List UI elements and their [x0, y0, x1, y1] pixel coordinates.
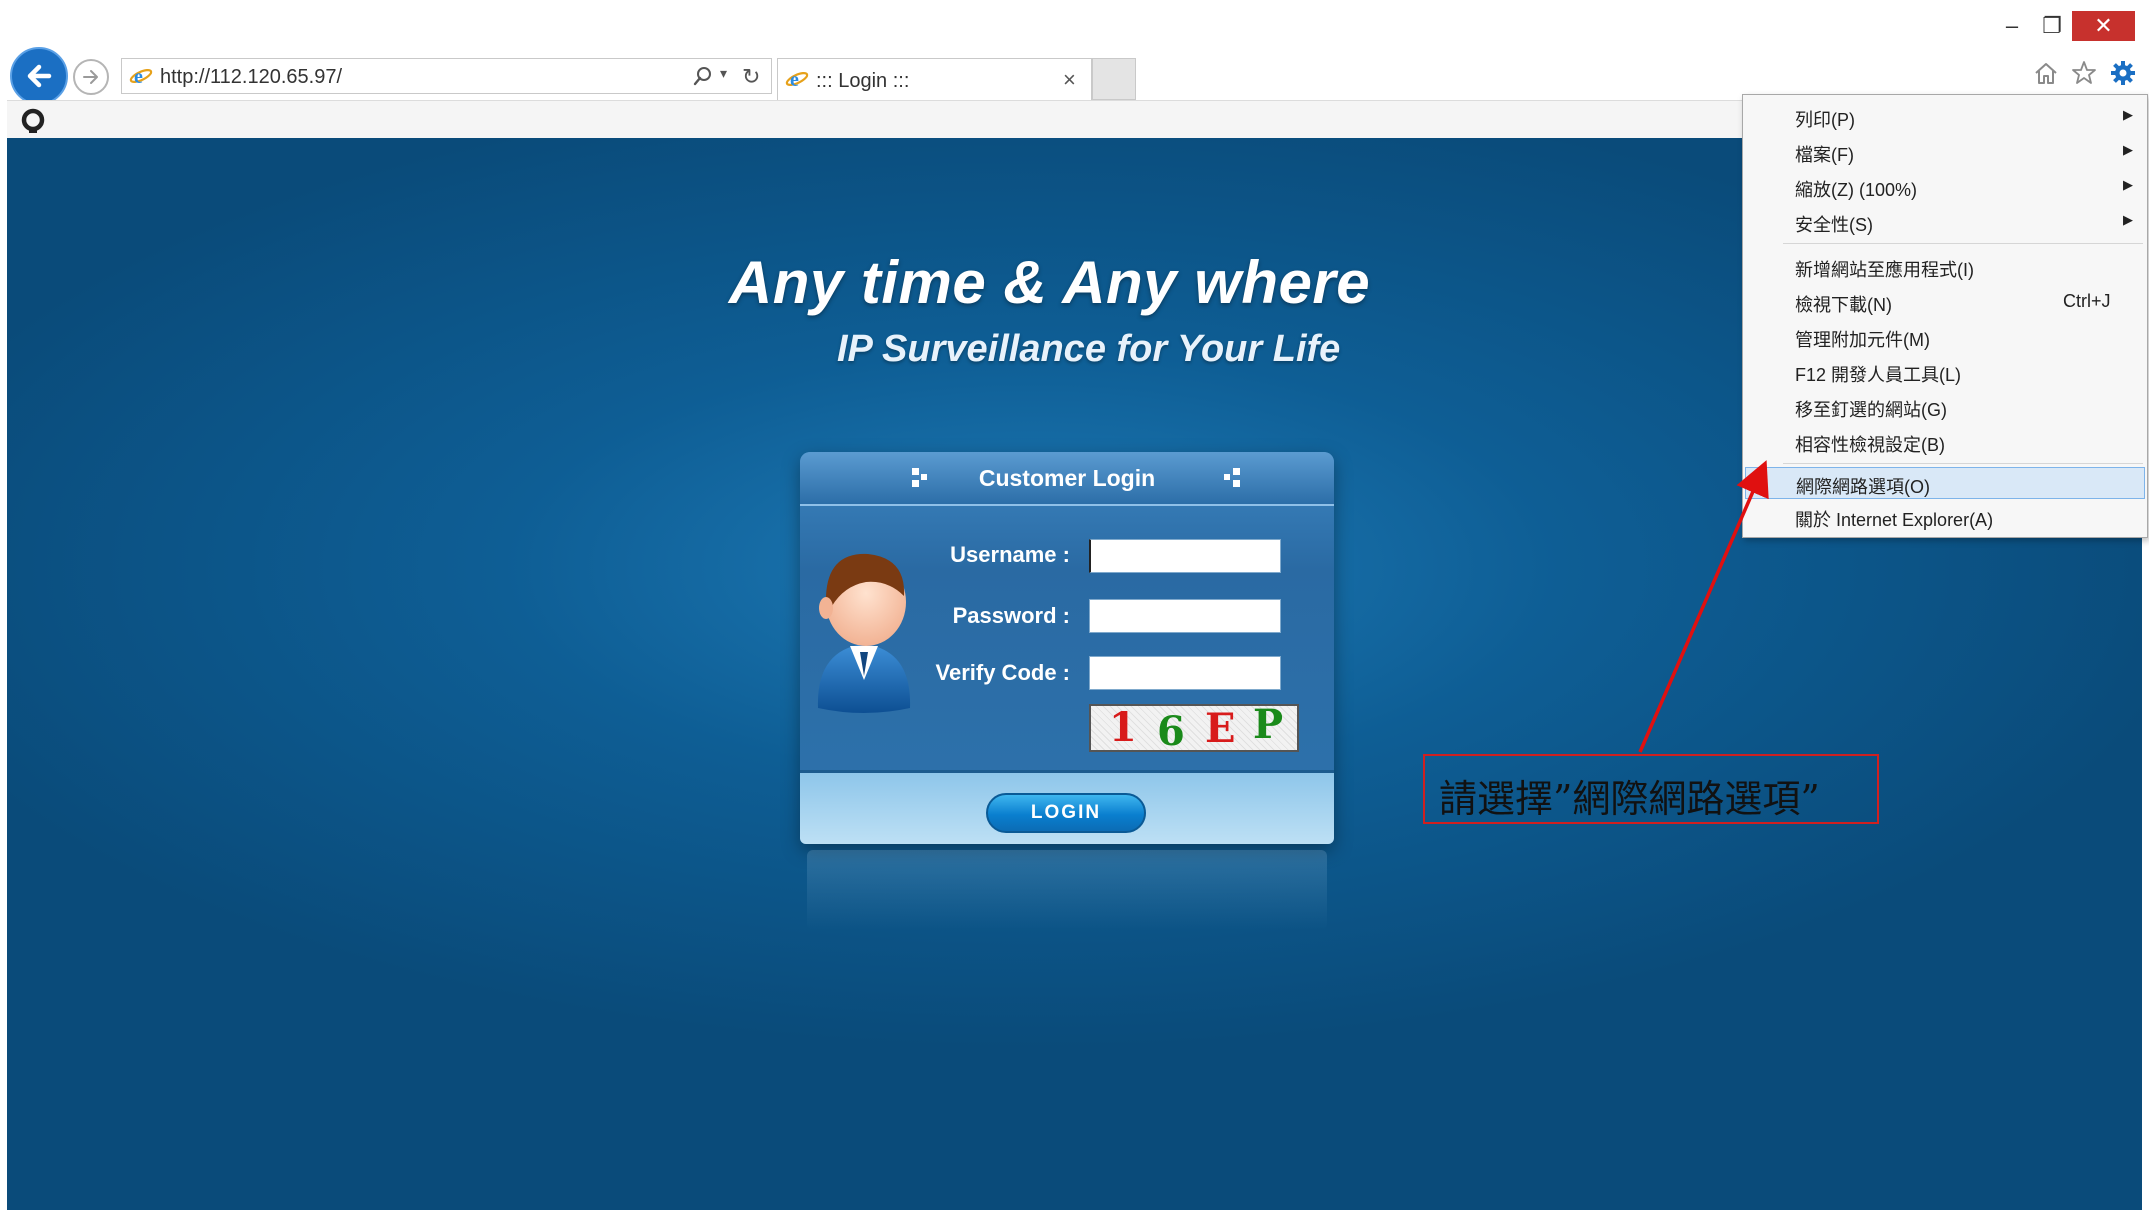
menu-item-manage-addons[interactable]: 管理附加元件(M) — [1745, 321, 2145, 353]
page-subheadline: IP Surveillance for Your Life — [837, 328, 1341, 370]
login-panel-footer: LOGIN — [800, 770, 1334, 844]
url-text: http://112.120.65.97/ — [160, 66, 343, 88]
menu-item-compatibility-view[interactable]: 相容性檢視設定(B) — [1745, 426, 2145, 458]
captcha-char: E — [1205, 705, 1236, 752]
menu-item-pinned-sites[interactable]: 移至釘選的網站(G) — [1745, 391, 2145, 423]
username-input[interactable] — [1089, 539, 1281, 573]
menu-item-safety[interactable]: 安全性(S) ▶ — [1745, 206, 2145, 238]
menu-item-internet-options[interactable]: 網際網路選項(O) — [1745, 467, 2145, 499]
menu-item-label: 關於 Internet Explorer(A) — [1795, 510, 1994, 530]
menu-item-label: 網際網路選項(O) — [1796, 477, 1930, 497]
verify-code-label: Verify Code : — [935, 660, 1070, 685]
refresh-icon[interactable]: ↻ — [742, 64, 760, 90]
forward-button[interactable] — [73, 59, 109, 95]
chevron-down-icon[interactable]: ▾ — [720, 65, 727, 82]
menu-item-label: 相容性檢視設定(B) — [1795, 435, 1945, 455]
menu-item-view-downloads[interactable]: 檢視下載(N) Ctrl+J — [1745, 286, 2145, 318]
tab-title: ::: Login ::: — [816, 70, 910, 92]
menu-item-file[interactable]: 檔案(F) ▶ — [1745, 136, 2145, 168]
menu-item-about-ie[interactable]: 關於 Internet Explorer(A) — [1745, 501, 2145, 533]
menu-separator — [1783, 243, 2143, 244]
password-input[interactable] — [1089, 599, 1281, 633]
menu-item-f12-dev-tools[interactable]: F12 開發人員工具(L) — [1745, 356, 2145, 388]
svg-text:e: e — [134, 66, 143, 88]
verify-code-input[interactable] — [1089, 656, 1281, 690]
home-icon[interactable] — [2032, 59, 2060, 87]
close-window-button[interactable]: ✕ — [2072, 11, 2135, 41]
menu-item-shortcut: Ctrl+J — [2063, 291, 2111, 311]
login-panel-header: Customer Login — [800, 452, 1334, 506]
addon-ring-icon[interactable] — [19, 106, 47, 134]
tab-close-icon[interactable]: × — [1063, 67, 1076, 93]
login-panel: Customer Login Username : Password: Ver… — [800, 452, 1334, 844]
submenu-arrow-icon: ▶ — [2123, 177, 2133, 192]
forward-arrow-icon — [83, 70, 98, 84]
password-label: Password : — [952, 603, 1070, 628]
captcha-char: 6 — [1157, 708, 1185, 752]
menu-item-label: 檢視下載(N) — [1795, 295, 1892, 315]
menu-item-label: 列印(P) — [1795, 110, 1855, 130]
search-icon[interactable] — [692, 65, 714, 87]
browser-window: – ❐ ✕ e http://112.120.65.97/ ▾ ↻ e::: … — [7, 7, 2148, 1210]
back-button[interactable] — [10, 47, 68, 105]
login-panel-title: Customer Login — [978, 465, 1156, 491]
ie-logo-icon: e — [129, 66, 153, 88]
menu-item-zoom[interactable]: 縮放(Z) (100%) ▶ — [1745, 171, 2145, 203]
submenu-arrow-icon: ▶ — [2123, 212, 2133, 227]
username-label: Username : — [950, 542, 1070, 567]
menu-item-label: 移至釘選的網站(G) — [1795, 400, 1947, 420]
menu-item-label: 檔案(F) — [1795, 145, 1854, 165]
menu-item-label: 新增網站至應用程式(I) — [1795, 260, 1974, 280]
menu-item-label: 管理附加元件(M) — [1795, 330, 1930, 350]
restore-button[interactable]: ❐ — [2032, 11, 2072, 41]
back-arrow-icon — [27, 64, 52, 88]
annotation-callout: 請選擇”網際網路選項” — [1423, 754, 1879, 824]
captcha-image[interactable]: 1 6 E P — [1089, 704, 1299, 752]
svg-text:e: e — [790, 69, 799, 91]
login-button[interactable]: LOGIN — [986, 793, 1146, 833]
tools-menu: 列印(P) ▶ 檔案(F) ▶ 縮放(Z) (100%) ▶ 安全性(S) ▶ … — [1742, 94, 2148, 538]
title-bar: – ❐ ✕ e http://112.120.65.97/ ▾ ↻ e::: … — [7, 7, 2142, 105]
submenu-arrow-icon: ▶ — [2123, 107, 2133, 122]
minimize-button[interactable]: – — [1992, 11, 2032, 41]
menu-item-label: 縮放(Z) (100%) — [1795, 180, 1918, 200]
new-tab-button[interactable] — [1092, 58, 1136, 100]
tab-login[interactable]: e ::: Login ::: × — [777, 58, 1092, 100]
gear-icon[interactable] — [2109, 59, 2137, 87]
menu-item-print[interactable]: 列印(P) ▶ — [1745, 101, 2145, 133]
menu-separator — [1783, 463, 2143, 464]
menu-item-label: 安全性(S) — [1795, 215, 1873, 235]
panel-reflection — [807, 850, 1327, 930]
captcha-char: 1 — [1109, 704, 1137, 751]
submenu-arrow-icon: ▶ — [2123, 142, 2133, 157]
decorative-squares-icon — [1224, 468, 1240, 487]
annotation-text: 請選擇”網際網路選項” — [1439, 777, 1820, 821]
captcha-char: P — [1253, 704, 1284, 748]
menu-item-add-site-to-apps[interactable]: 新增網站至應用程式(I) — [1745, 251, 2145, 283]
address-bar[interactable]: e http://112.120.65.97/ ▾ ↻ — [121, 58, 772, 94]
menu-item-label: F12 開發人員工具(L) — [1795, 365, 1962, 385]
star-icon[interactable] — [2070, 59, 2098, 87]
ie-logo-icon: e — [785, 69, 809, 91]
